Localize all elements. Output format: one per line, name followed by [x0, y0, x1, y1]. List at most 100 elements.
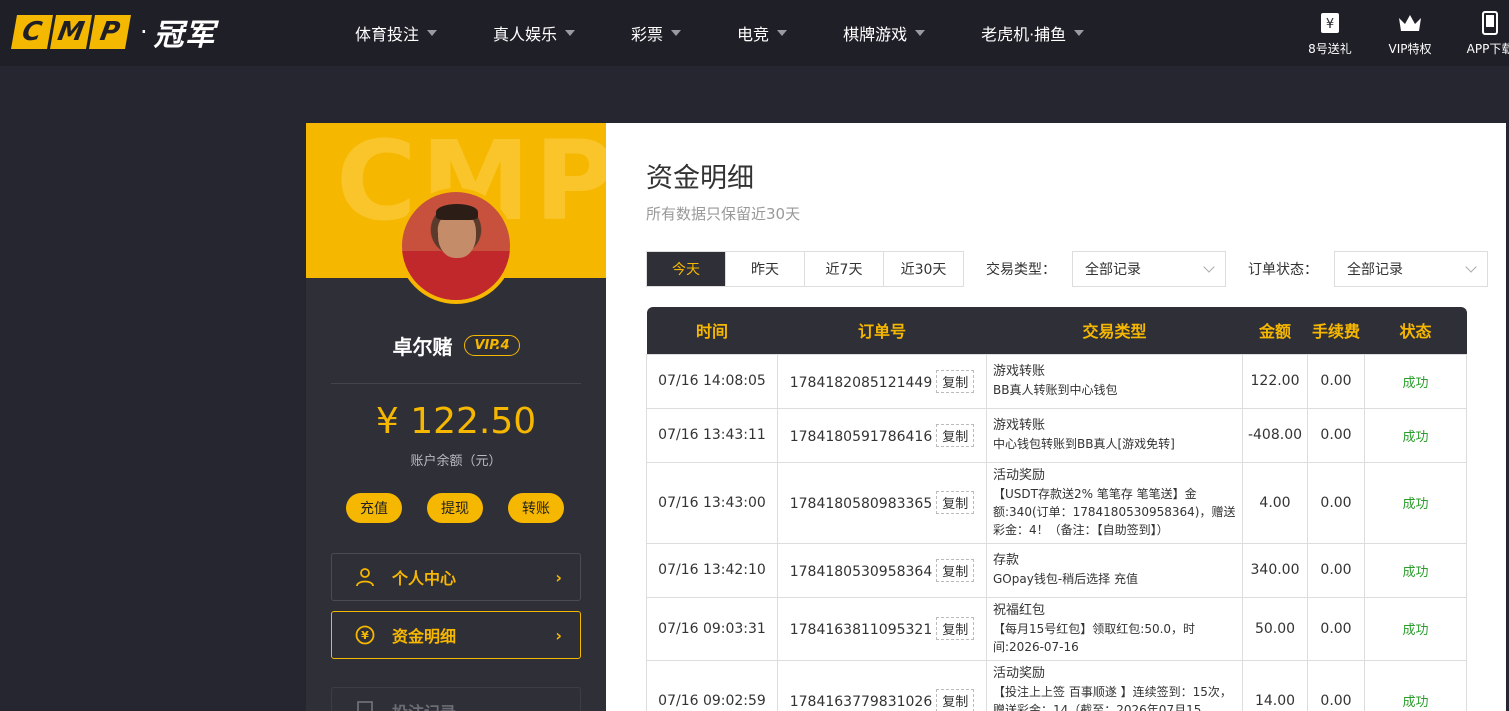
nav-item-sports[interactable]: 体育投注 — [355, 21, 438, 45]
balance-amount: ¥ 122.50 — [375, 401, 537, 442]
chevron-down-icon — [565, 30, 576, 36]
tab-last-7-days[interactable]: 近7天 — [805, 252, 884, 286]
type-title: 游戏转账 — [993, 418, 1046, 433]
type-desc: 【投注上上签 百事顺遂 】连续签到：15次，赠送彩金：14（截至：2026年07… — [993, 684, 1232, 711]
table-row: 07/16 14:08:05 1784182085121449 复制 游戏转账 BB… — [646, 353, 1467, 409]
svg-text:¥: ¥ — [1326, 17, 1334, 32]
column-header-order: 订单号 — [857, 322, 906, 342]
column-header-status: 状态 — [1399, 322, 1432, 342]
cell-type: 活动奖励 【USDT存款送2% 笔笔存 笔笔送】金额:340(订单：1784180… — [986, 461, 1243, 544]
select-value: 全部记录 — [1085, 262, 1141, 278]
gift-label: 8号送礼 — [1308, 42, 1352, 56]
order-number: 1784163811095321 — [789, 622, 933, 638]
cell-amount: 4.00 — [1242, 461, 1308, 544]
cell-status: 成功 — [1364, 407, 1467, 463]
copy-button[interactable]: 复制 — [936, 689, 975, 711]
cell-status: 成功 — [1364, 461, 1467, 544]
cell-fee: 0.00 — [1307, 596, 1365, 661]
vip-link[interactable]: VIP特权 — [1370, 10, 1450, 57]
app-download-link[interactable]: APP下载 — [1450, 10, 1509, 57]
transaction-type-label: 交易类型： — [986, 262, 1056, 278]
brand-logo[interactable]: C M P · 冠军 — [11, 14, 216, 53]
tab-yesterday[interactable]: 昨天 — [726, 252, 805, 286]
type-title: 游戏转账 — [993, 364, 1046, 379]
cell-fee: 0.00 — [1307, 461, 1365, 544]
table-row: 07/16 13:43:11 1784180591786416 复制 游戏转账 中心… — [646, 407, 1467, 463]
vip-label: VIP特权 — [1388, 42, 1432, 56]
transfer-button[interactable]: 转账 — [508, 493, 564, 523]
logo-cn-name: 冠军 — [153, 18, 216, 53]
nav-item-esports[interactable]: 电竞 — [737, 21, 788, 45]
type-desc: 【每月15号红包】领取红包:50.0，时间:2026-07-16 — [993, 621, 1196, 654]
username: 卓尔赌 — [392, 335, 453, 359]
type-desc: GOpay钱包-稍后选择 充值 — [993, 572, 1138, 586]
cell-fee: 0.00 — [1307, 659, 1365, 711]
crown-icon — [1397, 10, 1423, 36]
sidebar-item-label: 投注记录 — [392, 699, 562, 711]
logo-letter-p: P — [89, 15, 131, 49]
user-icon — [354, 567, 376, 587]
nav-item-lottery[interactable]: 彩票 — [631, 21, 682, 45]
order-number: 1784182085121449 — [789, 374, 933, 391]
nav-label: 真人娱乐 — [493, 25, 558, 44]
sidebar-item-bet-records[interactable]: 投注记录 — [331, 687, 581, 711]
cell-fee: 0.00 — [1307, 407, 1365, 463]
order-number: 1784180530958364 — [789, 563, 933, 580]
copy-button[interactable]: 复制 — [936, 491, 975, 514]
cell-time: 07/16 09:02:59 — [646, 659, 778, 711]
cell-status: 成功 — [1364, 353, 1467, 409]
copy-button[interactable]: 复制 — [936, 423, 975, 447]
cell-amount: -408.00 — [1242, 407, 1308, 463]
order-status-select[interactable]: 全部记录 — [1334, 251, 1488, 287]
chevron-down-icon — [427, 30, 438, 36]
gift-link[interactable]: ¥ 8号送礼 — [1290, 10, 1370, 57]
order-number: 1784163779831026 — [789, 694, 933, 710]
header-right-icons: ¥ 8号送礼 VIP特权 APP下载 — [1290, 10, 1509, 57]
type-title: 活动奖励 — [993, 467, 1046, 483]
deposit-button[interactable]: 充值 — [346, 493, 402, 523]
chevron-down-icon — [1203, 261, 1215, 273]
tab-today[interactable]: 今天 — [647, 252, 726, 286]
copy-button[interactable]: 复制 — [936, 617, 975, 640]
cell-time: 07/16 13:42:10 — [646, 542, 778, 598]
chevron-down-icon — [1074, 30, 1085, 36]
transaction-type-select[interactable]: 全部记录 — [1072, 251, 1226, 287]
cell-type: 存款 GOpay钱包-稍后选择 充值 — [986, 542, 1243, 598]
copy-button[interactable]: 复制 — [936, 369, 975, 393]
cell-amount: 50.00 — [1242, 596, 1308, 661]
logo-letter-c: C — [11, 15, 53, 49]
yuan-icon: ¥ — [354, 625, 376, 645]
logo-letter-m: M — [50, 15, 92, 49]
chevron-down-icon — [915, 30, 926, 36]
withdraw-button[interactable]: 提现 — [427, 493, 483, 523]
order-number: 1784180580983365 — [789, 496, 933, 512]
sidebar-item-personal-center[interactable]: 个人中心 › — [331, 553, 581, 601]
cell-order: 1784163811095321 复制 — [777, 596, 987, 661]
cell-type: 活动奖励【投注上上签 百事顺遂 】连续签到：15次，赠送彩金：14（截至：202… — [986, 659, 1243, 711]
phone-icon — [1481, 10, 1499, 36]
order-number: 1784180591786416 — [789, 428, 933, 445]
cell-time: 07/16 13:43:00 — [646, 461, 778, 544]
avatar[interactable] — [398, 188, 514, 304]
svg-text:¥: ¥ — [361, 629, 369, 642]
copy-button[interactable]: 复制 — [936, 558, 975, 582]
nav-item-card-games[interactable]: 棋牌游戏 — [843, 21, 926, 45]
vip-badge[interactable]: VIP.4 — [464, 335, 520, 356]
cell-status: 成功 — [1364, 542, 1467, 598]
sidebar-item-label: 个人中心 — [392, 569, 457, 588]
column-header-fee: 手续费 — [1311, 322, 1360, 342]
nav-item-live-casino[interactable]: 真人娱乐 — [493, 21, 576, 45]
tab-last-30-days[interactable]: 近30天 — [884, 252, 963, 286]
type-desc: BB真人转账到中心钱包 — [993, 383, 1118, 397]
document-icon — [354, 701, 376, 711]
order-status-label: 订单状态： — [1248, 262, 1318, 278]
sidebar-item-fund-details[interactable]: ¥ 资金明细 › — [331, 611, 581, 659]
nav-item-slots-fishing[interactable]: 老虎机·捕鱼 — [981, 21, 1085, 45]
cell-fee: 0.00 — [1307, 542, 1365, 598]
type-desc: 中心钱包转账到BB真人[游戏免转] — [993, 437, 1175, 451]
cell-type: 游戏转账 BB真人转账到中心钱包 — [986, 353, 1243, 409]
column-header-time: 时间 — [695, 322, 728, 342]
type-title: 祝福红包 — [993, 602, 1046, 618]
nav-label: 体育投注 — [355, 25, 420, 44]
type-title: 活动奖励 — [993, 665, 1046, 681]
